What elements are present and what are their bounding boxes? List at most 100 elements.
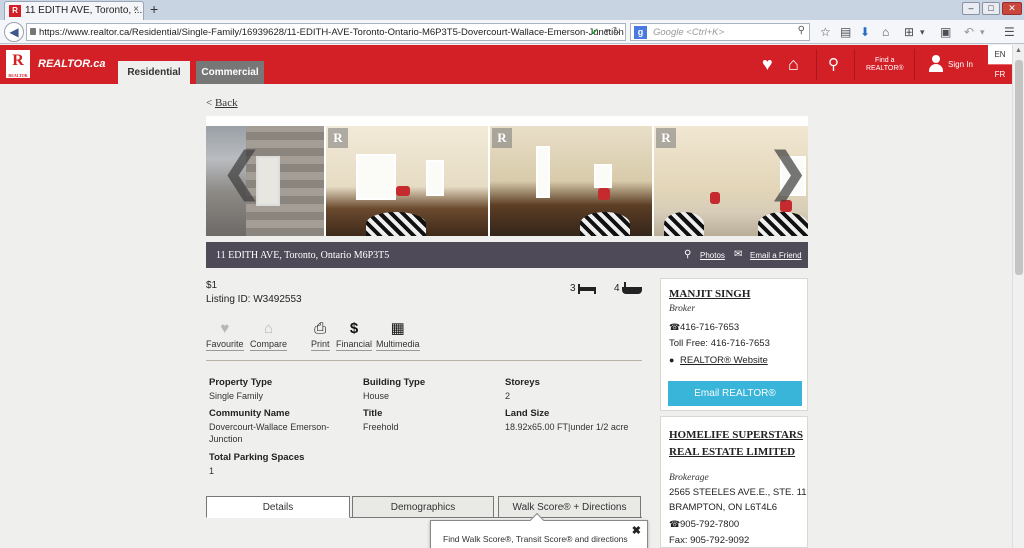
reload-icon[interactable]: ↻ bbox=[613, 26, 621, 37]
mail-icon[interactable]: ✉ bbox=[734, 249, 742, 260]
watermark-logo: R bbox=[656, 128, 676, 148]
listing-price: $1 bbox=[206, 280, 218, 291]
walk-score-popup: ✖ Find Walk Score®, Transit Score® and d… bbox=[430, 512, 648, 548]
divider bbox=[914, 49, 915, 80]
agent-card: MANJIT SINGH Broker ☎416-716-7653 Toll F… bbox=[660, 278, 808, 411]
vertical-scrollbar[interactable]: ▲ bbox=[1012, 45, 1024, 548]
new-tab-button[interactable]: + bbox=[150, 2, 158, 16]
browser-back-button[interactable]: ◀ bbox=[4, 22, 24, 42]
bookmark-star-icon[interactable]: ☆ bbox=[820, 25, 831, 39]
financial-button[interactable]: $ Financial bbox=[336, 320, 373, 351]
tab-details[interactable]: Details bbox=[206, 496, 350, 518]
language-en[interactable]: EN bbox=[988, 45, 1012, 64]
printer-icon: ⎙ bbox=[314, 320, 327, 337]
search-icon[interactable]: ⚲ bbox=[828, 56, 839, 74]
menu-icon[interactable]: ☰ bbox=[1004, 25, 1015, 39]
home-compare-icon[interactable]: ⌂ bbox=[788, 55, 799, 73]
property-type-value: Single Family bbox=[209, 391, 264, 401]
tab-close-icon[interactable]: × bbox=[133, 4, 139, 15]
gallery-next-icon[interactable]: ❯ bbox=[766, 142, 808, 202]
browser-navigation-bar: ◀ https://www.realtor.ca/Residential/Sin… bbox=[0, 20, 1024, 44]
bed-icon bbox=[578, 284, 596, 294]
photos-link[interactable]: Photos bbox=[700, 251, 725, 260]
brokerage-name[interactable]: HOMELIFE SUPERSTARS REAL ESTATE LIMITED bbox=[669, 427, 804, 461]
undo-icon[interactable]: ↶ bbox=[964, 25, 974, 39]
search-photos-icon[interactable]: ⚲ bbox=[684, 249, 691, 260]
browser-search-input[interactable]: g Google <Ctrl+K> ⚲ bbox=[630, 23, 810, 41]
storeys-label: Storeys bbox=[505, 377, 540, 388]
photo-dining-room[interactable]: R bbox=[490, 126, 652, 236]
user-icon[interactable] bbox=[928, 55, 944, 73]
photo-living-room[interactable]: R bbox=[326, 126, 488, 236]
divider bbox=[206, 360, 642, 361]
agent-name[interactable]: MANJIT SINGH bbox=[669, 288, 750, 300]
tab-walk-score[interactable]: Walk Score® + Directions bbox=[498, 496, 641, 518]
phone-icon: ☎ bbox=[669, 519, 681, 529]
realtor-favicon-icon: R bbox=[9, 5, 21, 17]
tab-demographics[interactable]: Demographics bbox=[352, 496, 494, 518]
phone-icon: ☎ bbox=[669, 322, 681, 332]
gallery-prev-icon[interactable]: ❮ bbox=[220, 142, 264, 202]
scroll-up-icon[interactable]: ▲ bbox=[1015, 47, 1022, 54]
brokerage-title: Brokerage bbox=[669, 473, 709, 483]
land-size-label: Land Size bbox=[505, 408, 550, 419]
community-value: Dovercourt-Wallace Emerson-Junction bbox=[209, 422, 330, 444]
reading-list-icon[interactable]: ▤ bbox=[840, 25, 851, 39]
multimedia-icon: ▦ bbox=[390, 320, 405, 337]
listing-id: Listing ID: W3492553 bbox=[206, 294, 302, 305]
back-label: Back bbox=[214, 97, 238, 109]
parking-value: 1 bbox=[209, 466, 215, 476]
download-icon[interactable]: ⬇ bbox=[860, 25, 870, 39]
url-dropdown-icon[interactable]: ▾ bbox=[604, 26, 609, 37]
print-button[interactable]: ⎙ Print bbox=[311, 320, 330, 351]
land-size-value: 18.92x65.00 FT|under 1/2 acre bbox=[505, 422, 629, 432]
multimedia-button[interactable]: ▦ Multimedia bbox=[376, 320, 420, 351]
back-arrow: < bbox=[206, 97, 215, 109]
browser-tab[interactable]: R 11 EDITH AVE, Toronto, ... × bbox=[4, 1, 144, 20]
find-realtor-link[interactable]: Find a REALTOR® bbox=[866, 57, 904, 73]
crop-icon[interactable]: ⊞ bbox=[904, 25, 914, 39]
address-bar[interactable]: https://www.realtor.ca/Residential/Singl… bbox=[26, 23, 626, 41]
brand-name[interactable]: REALTOR.ca bbox=[38, 58, 105, 70]
find-realtor-line1: Find a bbox=[875, 57, 895, 64]
compare-icon: ⌂ bbox=[263, 320, 274, 337]
logo-caption: REALTOR bbox=[8, 73, 28, 78]
agent-phone-row: ☎416-716-7653 bbox=[669, 322, 739, 333]
back-link[interactable]: < Back bbox=[206, 97, 238, 109]
search-icon[interactable]: ⚲ bbox=[798, 25, 805, 36]
agent-toll-free: Toll Free: 416-716-7653 bbox=[669, 338, 770, 349]
chat-icon[interactable]: ▣ bbox=[940, 25, 951, 39]
agent-website-row[interactable]: ● REALTOR® Website bbox=[669, 355, 768, 366]
compare-label: Compare bbox=[250, 339, 288, 351]
heart-icon[interactable]: ♥ bbox=[762, 55, 773, 73]
compare-button[interactable]: ⌂ Compare bbox=[250, 320, 288, 351]
maximize-button[interactable]: □ bbox=[982, 2, 1000, 15]
tab-residential[interactable]: Residential bbox=[118, 61, 190, 84]
search-placeholder: Google <Ctrl+K> bbox=[653, 27, 725, 38]
parking-label: Total Parking Spaces bbox=[209, 452, 305, 463]
crop-dropdown-icon[interactable]: ▾ bbox=[920, 25, 925, 39]
agent-website-link[interactable]: REALTOR® Website bbox=[680, 355, 768, 366]
brokerage-phone: 905-792-7800 bbox=[680, 519, 740, 530]
sign-in-link[interactable]: Sign In bbox=[948, 60, 973, 69]
window-close-button[interactable]: ✕ bbox=[1002, 2, 1022, 15]
email-realtor-button[interactable]: Email REALTOR® bbox=[668, 381, 802, 406]
favourite-button[interactable]: ♥ Favourite bbox=[206, 320, 244, 351]
tab-commercial[interactable]: Commercial bbox=[196, 61, 264, 84]
financial-label: Financial bbox=[336, 339, 373, 351]
scrollbar-thumb[interactable] bbox=[1015, 60, 1023, 275]
realtor-logo[interactable]: R REALTOR bbox=[6, 50, 30, 78]
google-icon: g bbox=[634, 26, 647, 39]
heart-icon: ♥ bbox=[220, 320, 230, 337]
language-fr[interactable]: FR bbox=[988, 64, 1012, 84]
title-label: Title bbox=[363, 408, 383, 419]
brokerage-address-1: 2565 STEELES AVE.E., STE. 11 bbox=[669, 487, 807, 498]
watermark-logo: R bbox=[328, 128, 348, 148]
undo-dropdown-icon[interactable]: ▾ bbox=[980, 25, 985, 39]
home-icon[interactable]: ⌂ bbox=[882, 25, 889, 39]
minimize-button[interactable]: – bbox=[962, 2, 980, 15]
storeys-value: 2 bbox=[505, 391, 511, 401]
photo-gallery[interactable]: R R R ❮ ❯ bbox=[206, 116, 808, 236]
email-friend-link[interactable]: Email a Friend bbox=[750, 251, 802, 260]
lock-icon bbox=[30, 28, 36, 35]
